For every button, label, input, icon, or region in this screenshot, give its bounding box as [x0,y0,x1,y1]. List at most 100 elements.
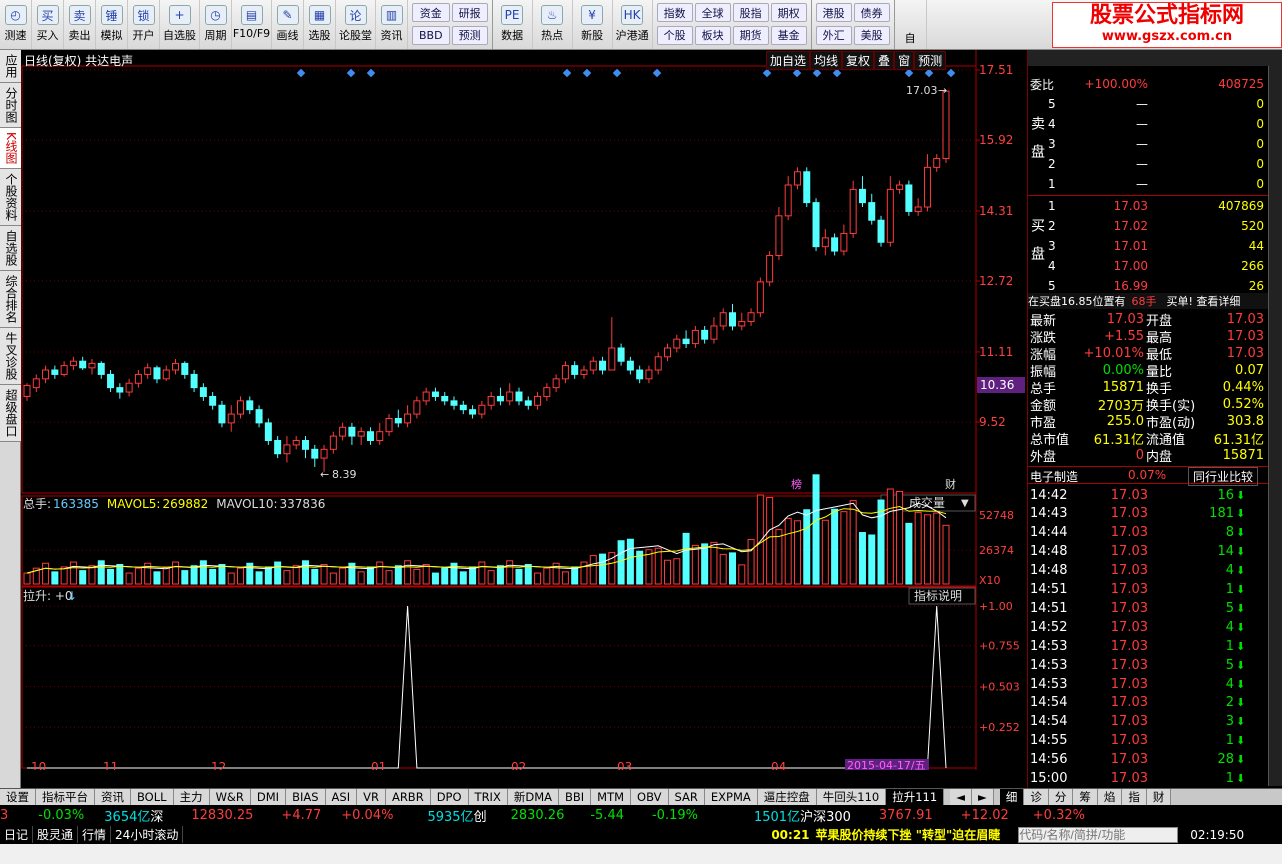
chart-tool-1[interactable]: 均线 [810,51,843,70]
toolbar-small-button[interactable]: 外汇 [815,25,852,45]
indicator-tab-9[interactable]: VR [357,789,386,805]
toolbar-button-g2-2[interactable]: ¥ 新股 [573,0,613,49]
sidebar-tab-3[interactable]: 个股资料 [0,168,21,226]
kline-candle[interactable] [766,251,774,287]
toolbar-button-8[interactable]: ✎ 画线 [272,0,304,49]
toolbar-small-button[interactable]: 板块 [694,25,731,45]
indicator-tab-5[interactable]: W&R [209,789,251,805]
sidebar-tab-1[interactable]: 分时图 [0,83,21,128]
news-headline[interactable]: 苹果股价持续下挫 "转型"迫在眉睫 [816,826,1001,843]
right-tab-1[interactable]: 诊 [1024,789,1049,805]
toolbar-small-button[interactable]: BBD [412,25,450,45]
zmp-link[interactable]: 买单! 查看详细 [1167,295,1241,308]
quote-scrollbar[interactable] [1268,66,1282,786]
zmp-row[interactable]: 在买盘16.85位置有 68手 买单! 查看详细 [1028,293,1268,309]
right-tab-0[interactable]: 细 [999,789,1025,805]
indicator-tab-1[interactable]: 指标平台 [36,789,95,805]
status-item-3[interactable]: 24小时滚动 [111,826,184,843]
kline-candle[interactable] [905,180,913,216]
indicator-tab-21[interactable]: 拉升111 [886,789,945,805]
toolbar-small-button[interactable]: 港股 [815,3,852,22]
chart-tool-5[interactable]: 预测 [914,51,947,70]
toolbar-small-button[interactable]: 指数 [656,3,693,22]
status-item-2[interactable]: 行情 [78,826,112,843]
chart-tool-4[interactable]: 窗 [894,51,915,70]
toolbar-small-button[interactable]: 全球 [694,3,731,22]
chart-tool-0[interactable]: 加自选 [766,51,811,70]
kline-candle[interactable] [877,215,885,247]
indicator-tab-14[interactable]: BBI [559,789,592,805]
toolbar-button-2[interactable]: 卖卖出 [64,0,96,49]
indicator-tab-3[interactable]: BOLL [131,789,174,805]
sidebar-tab-2[interactable]: K线图 [0,128,21,169]
kline-candle[interactable] [849,180,857,238]
toolbar-small-button[interactable]: 研报 [451,3,488,22]
sidebar-tab-4[interactable]: 自选股 [0,225,21,271]
indicator-tab-19[interactable]: 逼庄控盘 [757,789,817,805]
toolbar-small-button[interactable]: 股指 [732,3,769,22]
chevron-down-icon[interactable]: ▼ [961,498,969,509]
indicator-tab-16[interactable]: OBV [631,789,669,805]
toolbar-button-more[interactable]: 自 [895,0,927,49]
toolbar-button-g2-0[interactable]: PE 数据 [493,0,533,49]
right-tab-4[interactable]: 焰 [1097,789,1123,805]
toolbar-button-9[interactable]: ▦ 选股 [304,0,336,49]
indicator-tab-18[interactable]: EXPMA [704,789,758,805]
industry-compare-button[interactable]: 同行业比较 [1188,467,1259,486]
toolbar-small-button[interactable]: 债券 [853,3,890,22]
chart-area[interactable]: 17.51 15.92 14.31 12.72 11.11 9.52 10.36 17.03 →… [21,50,1025,770]
kline-candle[interactable] [756,277,764,318]
right-tab-6[interactable]: 财 [1146,789,1172,805]
toolbar-button-10[interactable]: 论论股堂 [336,0,376,49]
kline-candle[interactable] [812,198,820,252]
sidebar-tab-6[interactable]: 牛叉诊股 [0,327,21,385]
toolbar-small-button[interactable]: 资金 [412,3,450,22]
kline-candle[interactable] [803,167,811,208]
toolbar-small-button[interactable]: 美股 [853,25,890,45]
indicator-tab-10[interactable]: ARBR [385,789,431,805]
kline-candle[interactable] [218,400,226,428]
toolbar-button-5[interactable]: + 自选股 [160,0,200,49]
mark-cai[interactable]: 财 [945,477,956,491]
kline-candle[interactable] [264,418,272,445]
search-input[interactable] [1018,826,1179,843]
toolbar-button-6[interactable]: ◷ 周期 [200,0,232,49]
sidebar-tab-0[interactable]: 应用 [0,50,21,83]
toolbar-small-button[interactable]: 基金 [770,25,807,45]
chart-tool-3[interactable]: 叠 [874,51,895,70]
toolbar-button-7[interactable]: ▤ F10/F9 [232,0,272,49]
toolbar-button-0[interactable]: ◴ 测速 [0,0,32,49]
mark-bang[interactable]: 榜 [791,477,802,491]
indicator-tab-13[interactable]: 新DMA [507,789,559,805]
toolbar-button-1[interactable]: 买买入 [32,0,64,49]
indicator-tab-20[interactable]: 牛回头110 [816,789,887,805]
toolbar-small-button[interactable]: 个股 [656,25,693,45]
chart-tool-2[interactable]: 复权 [842,51,875,70]
tab-scroll-right-icon[interactable]: ► [972,789,994,805]
indicator-tab-8[interactable]: ASI [325,789,358,805]
indicator-tab-2[interactable]: 资讯 [95,789,131,805]
indicator-tab-0[interactable]: 设置 [0,789,36,805]
toolbar-button-4[interactable]: 锁开户 [128,0,160,49]
kline-candle[interactable] [942,90,950,163]
indicator-tab-7[interactable]: BIAS [286,789,326,805]
toolbar-button-g2-3[interactable]: HK 沪港通 [613,0,653,49]
toolbar-button-11[interactable]: ▥ 资讯 [376,0,408,49]
indicator-tab-15[interactable]: MTM [591,789,632,805]
status-item-0[interactable]: 日记 [0,826,34,843]
tab-scroll-left-icon[interactable]: ◄ [950,789,973,805]
toolbar-small-button[interactable]: 期权 [770,3,807,22]
toolbar-button-g2-1[interactable]: ♨ 热点 [533,0,573,49]
status-item-1[interactable]: 股灵通 [33,826,79,843]
indicator-tab-12[interactable]: TRIX [468,789,508,805]
sidebar-tab-5[interactable]: 综合排名 [0,270,21,328]
toolbar-button-3[interactable]: 锤模拟 [96,0,128,49]
kline-chart-svg[interactable]: 17.51 15.92 14.31 12.72 11.11 9.52 10.36 17.03 →… [21,50,1025,770]
indicator-tab-4[interactable]: 主力 [173,789,210,805]
right-tab-2[interactable]: 分 [1048,789,1074,805]
right-tab-3[interactable]: 筹 [1073,789,1098,805]
right-tab-5[interactable]: 指 [1122,789,1147,805]
sidebar-tab-7[interactable]: 超级盘口 [0,384,21,442]
toolbar-small-button[interactable]: 预测 [451,25,488,45]
indicator-tab-11[interactable]: DPO [430,789,469,805]
